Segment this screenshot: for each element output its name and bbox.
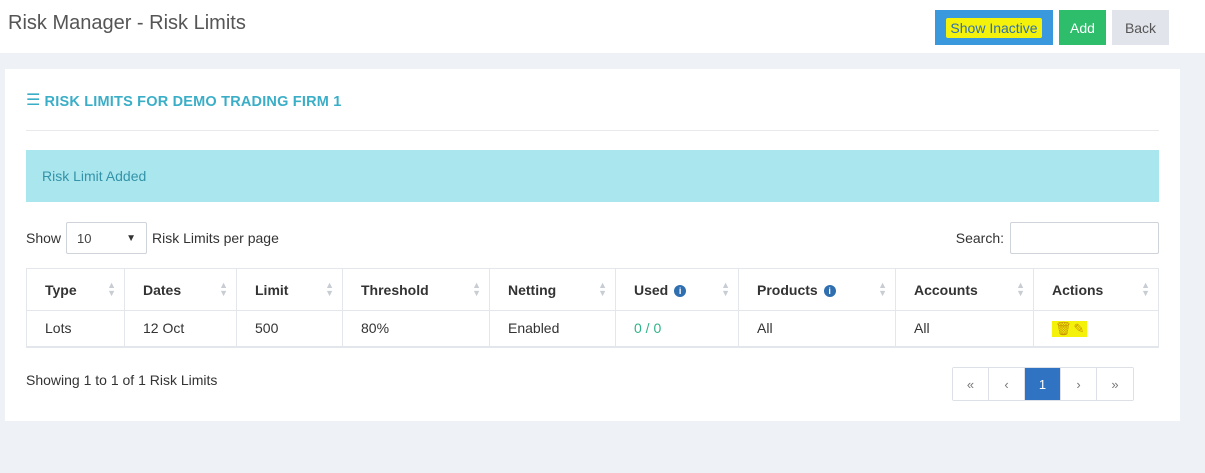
risk-limits-panel: ☰ RISK LIMITS FOR DEMO TRADING FIRM 1 Ri… [5, 69, 1180, 421]
per-page-label: Risk Limits per page [152, 230, 279, 246]
sort-icon: ▲ ▼ [598, 280, 607, 298]
page-size-value: 10 [77, 230, 92, 246]
table-info: Showing 1 to 1 of 1 Risk Limits [26, 372, 218, 388]
info-circle-icon[interactable]: i [674, 284, 687, 297]
trash-icon[interactable]: 🗑 [1055, 321, 1072, 336]
cell-actions: 🗑 ✎ [1033, 310, 1159, 347]
action-icons: 🗑 ✎ [1052, 320, 1088, 337]
search-label: Search: [955, 230, 1004, 246]
top-actions: Show Inactive Add Back [935, 10, 1169, 45]
next-page-button[interactable]: › [1061, 368, 1097, 400]
previous-page-button[interactable]: ‹ [989, 368, 1025, 400]
cell-netting: Enabled [489, 310, 616, 347]
used-total: 0 [653, 320, 662, 337]
sort-icon: ▲ ▼ [325, 280, 334, 298]
success-alert: Risk Limit Added [26, 150, 1159, 202]
column-limit[interactable]: Limit ▲ ▼ [236, 268, 343, 311]
cell-limit: 500 [236, 310, 343, 347]
column-products[interactable]: Products i ▲ ▼ [738, 268, 896, 311]
sort-icon: ▲ ▼ [721, 280, 730, 298]
page-size-control: Show 10 ▼ Risk Limits per page [26, 221, 279, 255]
cell-dates: 12 Oct [124, 310, 237, 347]
used-separator: / [641, 320, 654, 337]
add-button[interactable]: Add [1059, 10, 1106, 45]
sort-icon: ▲ ▼ [1141, 280, 1150, 298]
panel-heading-text: RISK LIMITS FOR DEMO TRADING FIRM 1 [44, 94, 342, 110]
show-label: Show [26, 230, 62, 246]
column-label: Accounts [914, 281, 978, 298]
column-type[interactable]: Type ▲ ▼ [26, 268, 125, 311]
search-input[interactable] [1010, 222, 1159, 254]
column-netting[interactable]: Netting ▲ ▼ [489, 268, 616, 311]
pagination: « ‹ 1 › » [952, 367, 1134, 401]
search-control: Search: [956, 221, 1159, 255]
used-value: 0 [634, 320, 642, 337]
column-accounts[interactable]: Accounts ▲ ▼ [895, 268, 1034, 311]
column-label: Threshold [361, 281, 429, 298]
table-header-row: Type ▲ ▼ Dates ▲ ▼ Limit ▲ ▼ Threshold ▲ ▼ Netti… [26, 268, 1159, 311]
table-row: Lots 12 Oct 500 80% Enabled 0 / 0 All Al… [26, 310, 1159, 347]
cell-products: All [738, 310, 896, 347]
edit-icon[interactable]: ✎ [1074, 321, 1085, 336]
show-inactive-button[interactable]: Show Inactive [935, 10, 1053, 45]
sort-icon: ▲ ▼ [1016, 280, 1025, 298]
column-label: Limit [255, 281, 289, 298]
column-dates[interactable]: Dates ▲ ▼ [124, 268, 237, 311]
column-label: Netting [508, 281, 557, 298]
page-title: Risk Manager - Risk Limits [8, 12, 246, 34]
info-circle-icon[interactable]: i [823, 284, 836, 297]
sort-icon: ▲ ▼ [107, 280, 116, 298]
cell-used: 0 / 0 [615, 310, 739, 347]
cell-threshold: 80% [342, 310, 490, 347]
column-threshold[interactable]: Threshold ▲ ▼ [342, 268, 490, 311]
page-size-select[interactable]: 10 ▼ [66, 222, 148, 254]
back-button[interactable]: Back [1112, 10, 1169, 45]
column-label: Type [45, 281, 77, 298]
risk-limits-table: Type ▲ ▼ Dates ▲ ▼ Limit ▲ ▼ Threshold ▲ ▼ Netti… [26, 268, 1159, 348]
table-controls: Show 10 ▼ Risk Limits per page Search: [26, 221, 1159, 255]
column-label: Dates [143, 281, 182, 298]
first-page-button[interactable]: « [953, 368, 989, 400]
column-label: Products [757, 281, 818, 298]
panel-heading: ☰ RISK LIMITS FOR DEMO TRADING FIRM 1 [26, 92, 1159, 131]
column-label: Used [634, 281, 669, 298]
show-inactive-label: Show Inactive [946, 17, 1042, 38]
caret-down-icon: ▼ [126, 232, 137, 244]
cell-type: Lots [26, 310, 125, 347]
column-label: Actions [1052, 281, 1104, 298]
cell-accounts: All [895, 310, 1034, 347]
top-bar: Risk Manager - Risk Limits Show Inactive… [0, 0, 1205, 53]
sort-icon: ▲ ▼ [878, 280, 887, 298]
last-page-button[interactable]: » [1097, 368, 1133, 400]
menu-icon: ☰ [26, 92, 41, 109]
page-1-button[interactable]: 1 [1025, 368, 1061, 400]
column-used[interactable]: Used i ▲ ▼ [615, 268, 739, 311]
sort-icon: ▲ ▼ [219, 280, 228, 298]
column-actions[interactable]: Actions ▲ ▼ [1033, 268, 1159, 311]
sort-icon: ▲ ▼ [472, 280, 481, 298]
